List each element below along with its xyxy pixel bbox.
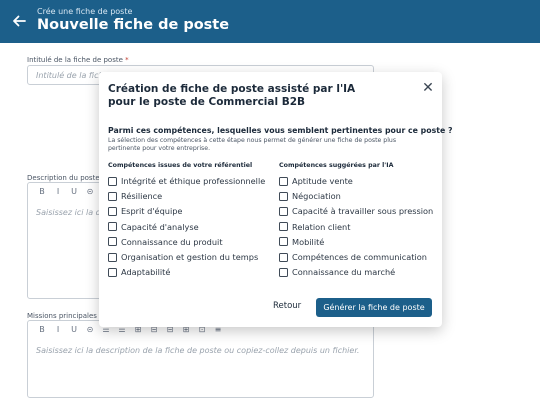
skill-label: Aptitude vente: [292, 176, 353, 186]
page-title: Nouvelle fiche de poste: [37, 17, 230, 33]
missions-editor[interactable]: B I U ⊝ ☰ ☰ ⊞ ⊟ ⊟ ⊞ ⊡ ≡ Saisissez ici la descriptio…: [27, 320, 374, 398]
skill-checkbox[interactable]: Organisation et gestion du temps: [108, 251, 258, 263]
skill-label: Adaptabilité: [121, 267, 171, 278]
skill-checkbox[interactable]: Esprit d'équipe: [108, 205, 182, 217]
left-column-heading: Compétences issues de votre référentiel: [108, 162, 253, 169]
checkbox-square[interactable]: [279, 252, 288, 262]
toolbar-button[interactable]: I: [50, 187, 66, 196]
toolbar-button[interactable]: I: [50, 325, 66, 334]
toolbar-button[interactable]: U: [66, 187, 82, 196]
toolbar-button[interactable]: B: [34, 187, 50, 196]
missions-placeholder: Saisissez ici la description de la fiche…: [36, 346, 360, 355]
back-button[interactable]: Retour: [273, 301, 301, 311]
checkbox-square[interactable]: [108, 206, 117, 216]
checkbox-square[interactable]: [279, 191, 288, 201]
arrow-left-icon[interactable]: [11, 13, 27, 29]
skill-label: Capacité à travailler sous pression: [292, 206, 434, 217]
checkbox-square[interactable]: [279, 206, 288, 216]
job-title-placeholder: Intitulé de la fiche: [36, 71, 109, 80]
checkbox-square[interactable]: [108, 252, 117, 262]
header-subtitle: Crée une fiche de poste: [37, 7, 133, 16]
ai-assist-modal: Création de fiche de poste assisté par l…: [99, 72, 452, 327]
job-title-label-text: Intitulé de la fiche de poste: [27, 56, 123, 64]
skill-label: Esprit d'équipe: [121, 206, 183, 217]
toolbar-button[interactable]: ⊝: [82, 187, 98, 196]
description-placeholder: Saisissez ici la de: [36, 208, 106, 217]
checkbox-square[interactable]: [279, 176, 288, 186]
skill-label: Connaissance du produit: [121, 236, 223, 247]
skill-label: Capacité d'analyse: [121, 221, 199, 232]
modal-explanation: La sélection des compétences à cette éta…: [108, 137, 397, 152]
skill-checkbox[interactable]: Capacité d'analyse: [108, 221, 199, 233]
skill-label: Relation client: [292, 221, 351, 232]
description-label: Description du poste: [27, 174, 100, 182]
close-icon[interactable]: ✕: [421, 81, 435, 95]
skill-checkbox[interactable]: Connaissance du marché: [279, 266, 395, 278]
skill-checkbox[interactable]: Compétences de communication: [279, 251, 427, 263]
skill-checkbox[interactable]: Négociation: [279, 190, 341, 202]
modal-title-line2: pour le poste de Commercial B2B: [108, 96, 306, 108]
description-toolbar: B I U ⊝: [34, 187, 98, 196]
skill-checkbox[interactable]: Connaissance du produit: [108, 236, 223, 248]
checkbox-square[interactable]: [279, 267, 288, 277]
skill-label: Mobilité: [292, 236, 325, 247]
skill-label: Compétences de communication: [292, 252, 427, 262]
skill-label: Résilience: [121, 191, 163, 202]
right-column-heading: Compétences suggérées par l'IA: [279, 162, 394, 169]
checkbox-square[interactable]: [108, 176, 117, 186]
modal-title: Création de fiche de poste assisté par l…: [108, 83, 408, 109]
checkbox-square[interactable]: [108, 191, 117, 201]
checkbox-square[interactable]: [279, 237, 288, 247]
checkbox-square[interactable]: [108, 237, 117, 247]
skill-checkbox[interactable]: Mobilité: [279, 236, 324, 248]
checkbox-square[interactable]: [279, 222, 288, 232]
skill-checkbox[interactable]: Capacité à travailler sous pression: [279, 205, 433, 217]
skill-label: Connaissance du marché: [292, 267, 396, 278]
skill-checkbox[interactable]: Adaptabilité: [108, 266, 170, 278]
skill-checkbox[interactable]: Intégrité et éthique professionnelle: [108, 175, 265, 187]
required-mark: *: [125, 56, 129, 64]
toolbar-button[interactable]: ⊝: [82, 325, 98, 334]
skill-checkbox[interactable]: Résilience: [108, 190, 162, 202]
generate-button[interactable]: Générer la fiche de poste: [316, 298, 432, 317]
job-title-label: Intitulé de la fiche de poste *: [27, 56, 129, 64]
checkbox-square[interactable]: [108, 267, 117, 277]
skill-checkbox[interactable]: Relation client: [279, 221, 350, 233]
app-header: Crée une fiche de poste Nouvelle fiche d…: [0, 0, 540, 43]
checkbox-square[interactable]: [108, 222, 117, 232]
toolbar-button[interactable]: B: [34, 325, 50, 334]
skill-label: Organisation et gestion du temps: [121, 252, 259, 262]
skill-checkbox[interactable]: Aptitude vente: [279, 175, 353, 187]
skill-label: Intégrité et éthique professionnelle: [121, 176, 266, 186]
skill-label: Négociation: [292, 191, 341, 202]
modal-title-line1: Création de fiche de poste assisté par l…: [108, 83, 356, 95]
missions-label: Missions principales: [27, 312, 97, 320]
modal-question: Parmi ces compétences, lesquelles vous s…: [108, 126, 453, 135]
toolbar-button[interactable]: U: [66, 325, 82, 334]
